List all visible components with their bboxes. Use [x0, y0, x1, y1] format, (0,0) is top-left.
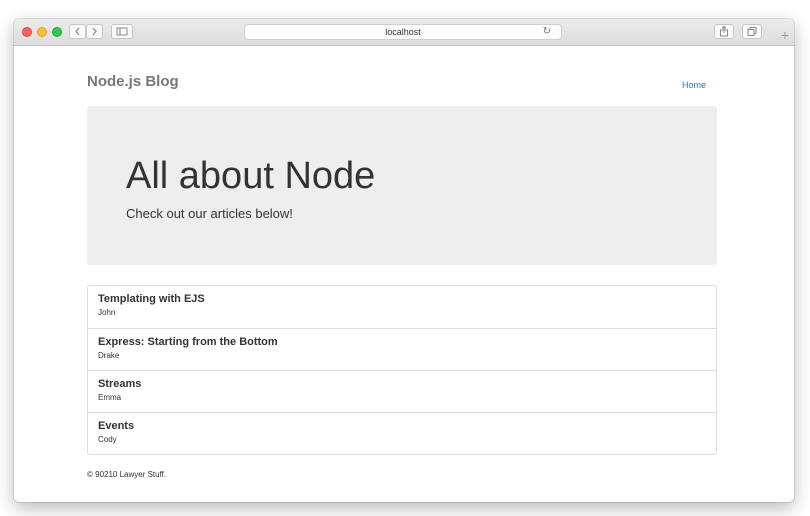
page-title: All about Node — [126, 155, 376, 197]
article-title: Events — [98, 420, 135, 432]
sidebar-button[interactable] — [111, 24, 133, 39]
article-title: Express: Starting from the Bottom — [98, 336, 278, 348]
chevron-right-icon — [92, 27, 97, 36]
close-window-button[interactable] — [22, 27, 32, 37]
article-author: Cody — [98, 435, 117, 444]
share-button[interactable] — [714, 24, 734, 39]
footer-text: © 90210 Lawyer Stuff. — [87, 470, 167, 479]
jumbotron: All about Node Check out our articles be… — [87, 106, 717, 265]
article-title: Templating with EJS — [98, 293, 205, 305]
list-item[interactable]: Events Cody — [88, 412, 716, 454]
browser-toolbar: localhost ↻ + — [14, 19, 794, 46]
back-button[interactable] — [69, 24, 86, 39]
navbar-brand[interactable]: Node.js Blog — [87, 73, 179, 90]
address-bar[interactable]: localhost ↻ — [244, 24, 562, 40]
tabs-overview-button[interactable] — [742, 24, 762, 39]
list-item[interactable]: Templating with EJS John — [88, 286, 716, 328]
browser-window: localhost ↻ + Node.js Blog Home All abou… — [14, 19, 794, 502]
article-list: Templating with EJS John Express: Starti… — [87, 285, 717, 455]
forward-button[interactable] — [86, 24, 103, 39]
article-author: John — [98, 308, 116, 317]
chevron-left-icon — [75, 27, 80, 36]
article-title: Streams — [98, 378, 142, 390]
nav-link-home[interactable]: Home — [682, 80, 706, 90]
list-item[interactable]: Express: Starting from the Bottom Drake — [88, 328, 716, 370]
sidebar-icon — [116, 27, 128, 36]
reload-icon[interactable]: ↻ — [543, 25, 551, 39]
screen: localhost ↻ + Node.js Blog Home All abou… — [0, 0, 810, 516]
page-subtitle: Check out our articles below! — [126, 206, 293, 221]
address-url: localhost — [385, 27, 421, 37]
list-item[interactable]: Streams Emma — [88, 370, 716, 412]
maximize-window-button[interactable] — [52, 27, 62, 37]
article-author: Emma — [98, 393, 122, 402]
tabs-icon — [747, 27, 757, 36]
article-author: Drake — [98, 351, 120, 360]
minimize-window-button[interactable] — [37, 27, 47, 37]
page-content: Node.js Blog Home All about Node Check o… — [14, 46, 794, 502]
share-icon — [720, 25, 728, 37]
plus-icon[interactable]: + — [776, 25, 794, 45]
